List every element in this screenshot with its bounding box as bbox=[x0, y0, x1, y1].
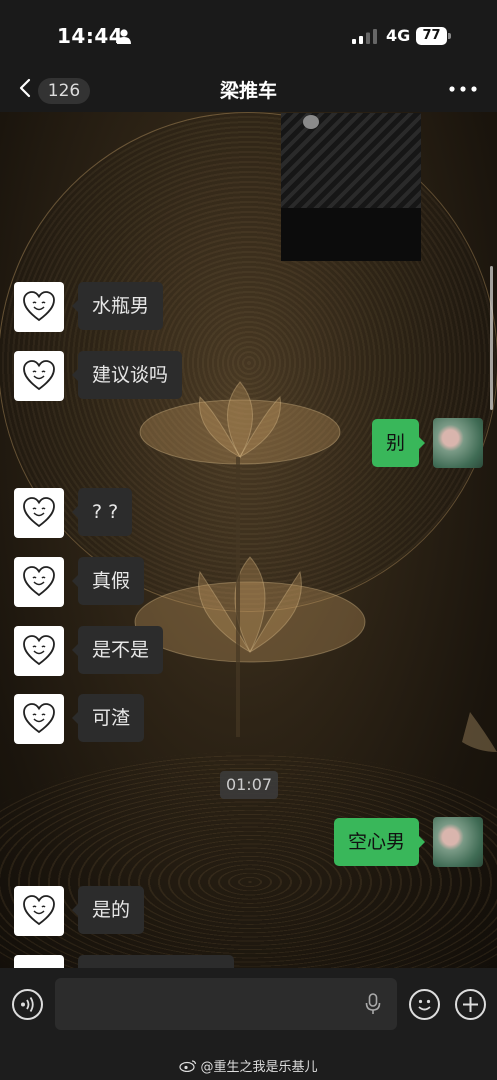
heart-face-icon bbox=[23, 360, 55, 391]
contact-avatar[interactable] bbox=[14, 626, 64, 676]
mic-icon[interactable] bbox=[365, 993, 381, 1015]
watermark-text: @重生之我是乐基儿 bbox=[200, 1060, 318, 1075]
plus-button[interactable] bbox=[455, 989, 486, 1020]
my-message-bubble[interactable]: 空心男 bbox=[333, 818, 426, 866]
heart-face-icon bbox=[23, 566, 55, 597]
my-message-bubble[interactable]: 别 bbox=[371, 419, 426, 467]
network-type: 4G bbox=[386, 26, 411, 45]
contact-avatar[interactable] bbox=[14, 886, 64, 936]
message-input[interactable] bbox=[55, 978, 397, 1030]
image-message[interactable] bbox=[281, 113, 421, 261]
plus-icon bbox=[463, 997, 478, 1012]
message-bubble[interactable]: 建议谈吗 bbox=[71, 351, 183, 399]
message-timestamp: 01:07 bbox=[220, 771, 278, 799]
input-bar: @重生之我是乐基儿 bbox=[0, 968, 497, 1080]
contact-avatar[interactable] bbox=[14, 282, 64, 332]
heart-face-icon bbox=[23, 291, 55, 322]
message-bubble[interactable]: 是不是 bbox=[71, 626, 164, 674]
contact-avatar[interactable] bbox=[14, 488, 64, 538]
chat-header: 126 梁推车 bbox=[0, 66, 497, 112]
message-bubble-partial bbox=[72, 955, 234, 985]
voice-button[interactable] bbox=[12, 989, 43, 1020]
my-avatar[interactable] bbox=[433, 418, 483, 468]
message-bubble[interactable]: 水瓶男 bbox=[71, 282, 164, 330]
message-bubble[interactable]: 真假 bbox=[71, 557, 145, 605]
weibo-icon bbox=[179, 1060, 197, 1072]
contact-avatar[interactable] bbox=[14, 351, 64, 401]
heart-face-icon bbox=[23, 635, 55, 666]
contact-avatar[interactable] bbox=[14, 694, 64, 744]
battery-icon: 77 bbox=[416, 27, 451, 45]
message-bubble[interactable]: ? ? bbox=[71, 488, 133, 536]
my-avatar[interactable] bbox=[433, 817, 483, 867]
contact-avatar[interactable] bbox=[14, 557, 64, 607]
message-bubble[interactable]: 是的 bbox=[71, 886, 145, 934]
heart-face-icon bbox=[23, 895, 55, 926]
emoji-button[interactable] bbox=[409, 989, 440, 1020]
chat-title: 梁推车 bbox=[219, 80, 277, 102]
signal-icon bbox=[352, 29, 377, 44]
image-detail bbox=[303, 115, 319, 129]
contact-avatar-partial bbox=[14, 955, 64, 968]
status-bar: 14:44 4G 77 bbox=[0, 0, 497, 66]
more-icon[interactable] bbox=[446, 76, 480, 102]
emoji-icon bbox=[418, 999, 431, 1011]
scroll-indicator[interactable] bbox=[490, 266, 493, 410]
message-bubble[interactable]: 可渣 bbox=[71, 694, 145, 742]
person-icon bbox=[117, 29, 131, 44]
heart-face-icon bbox=[23, 703, 55, 734]
heart-face-icon bbox=[23, 497, 55, 528]
watermark: @重生之我是乐基儿 bbox=[0, 1056, 497, 1075]
voice-icon bbox=[21, 997, 34, 1012]
image-preview bbox=[281, 113, 421, 208]
battery-tip bbox=[448, 33, 451, 39]
battery-level: 77 bbox=[416, 27, 447, 45]
status-time: 14:44 bbox=[57, 24, 124, 48]
